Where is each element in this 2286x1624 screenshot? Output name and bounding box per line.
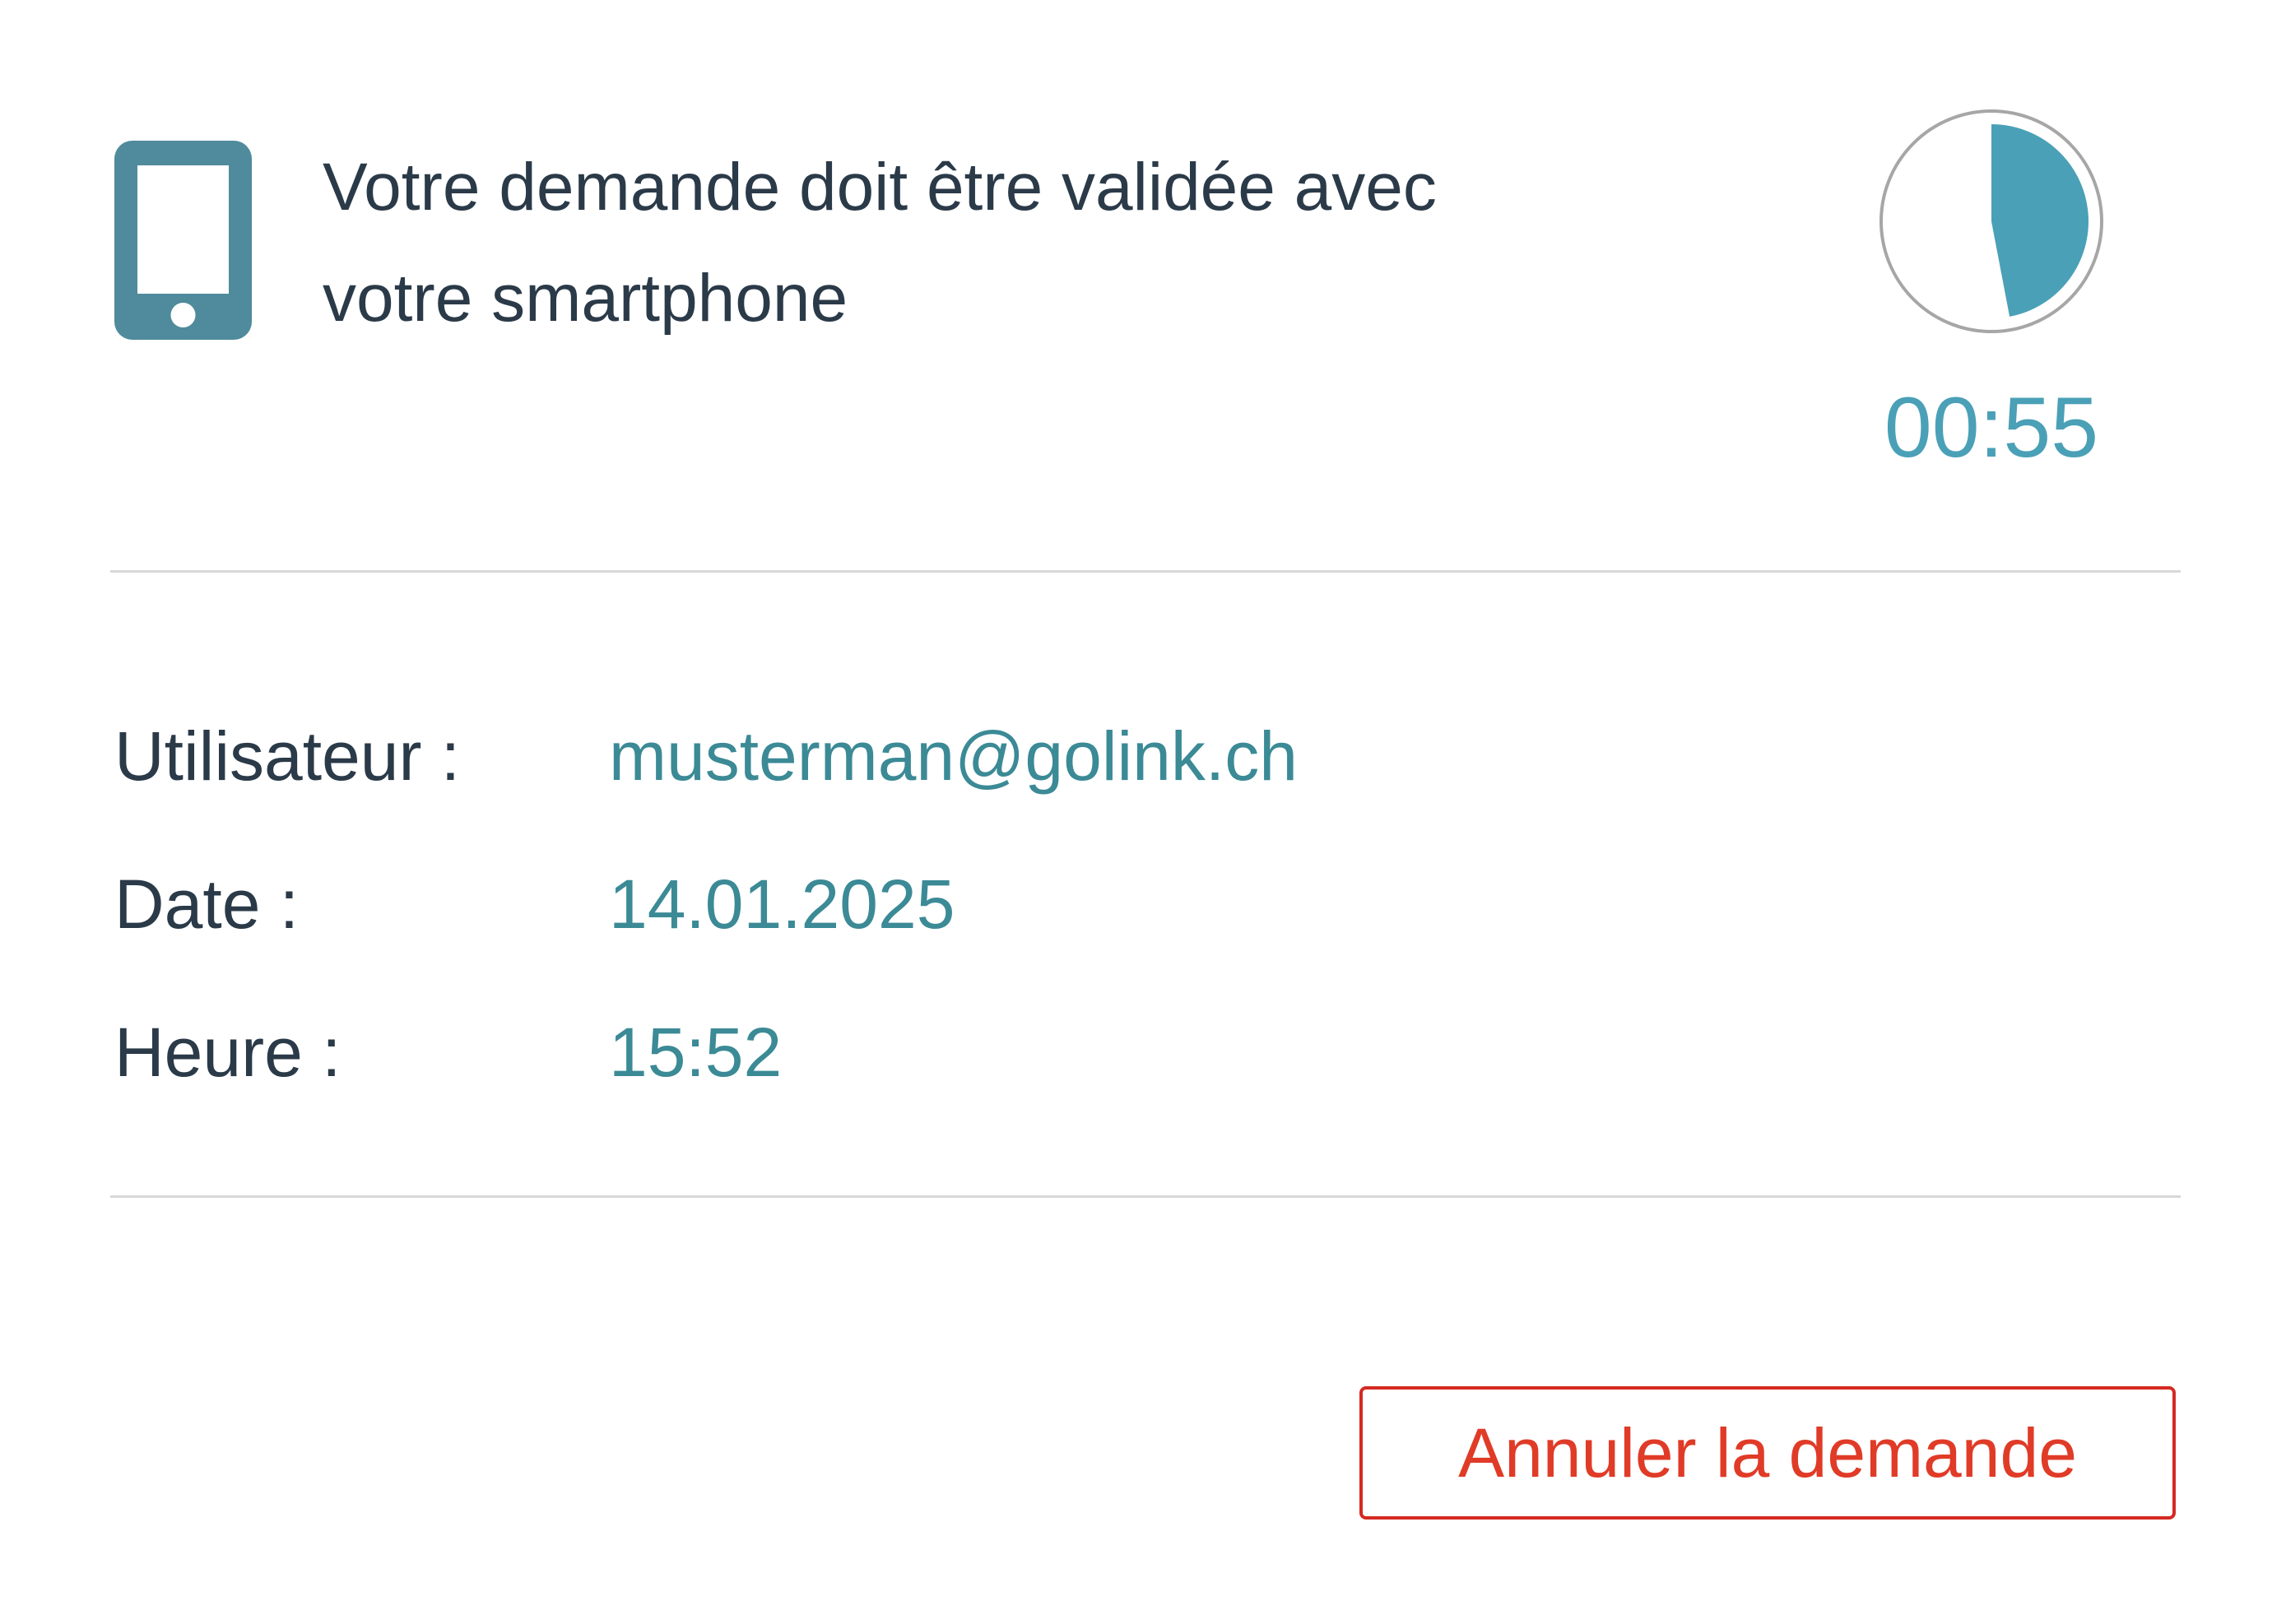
validation-message-line1: Votre demande doit être validée avec [323,150,1437,225]
date-label: Date : [114,865,300,943]
time-value: 15:52 [609,1014,783,1091]
divider-top [110,570,2181,573]
date-value: 14.01.2025 [609,865,955,943]
countdown-timer: 00:55 [1884,380,2099,476]
time-label: Heure : [114,1014,342,1091]
smartphone-icon [114,141,252,340]
divider-bottom [110,1195,2181,1198]
validation-message-line2: votre smartphone [323,261,848,336]
user-value: musterman@golink.ch [609,717,1298,795]
user-label: Utilisateur : [114,717,461,795]
cancel-request-button[interactable]: Annuler la demande [1359,1386,2176,1520]
validation-message: Votre demande doit être validée avec vot… [323,132,1639,354]
countdown-pie-icon [1879,109,2103,333]
